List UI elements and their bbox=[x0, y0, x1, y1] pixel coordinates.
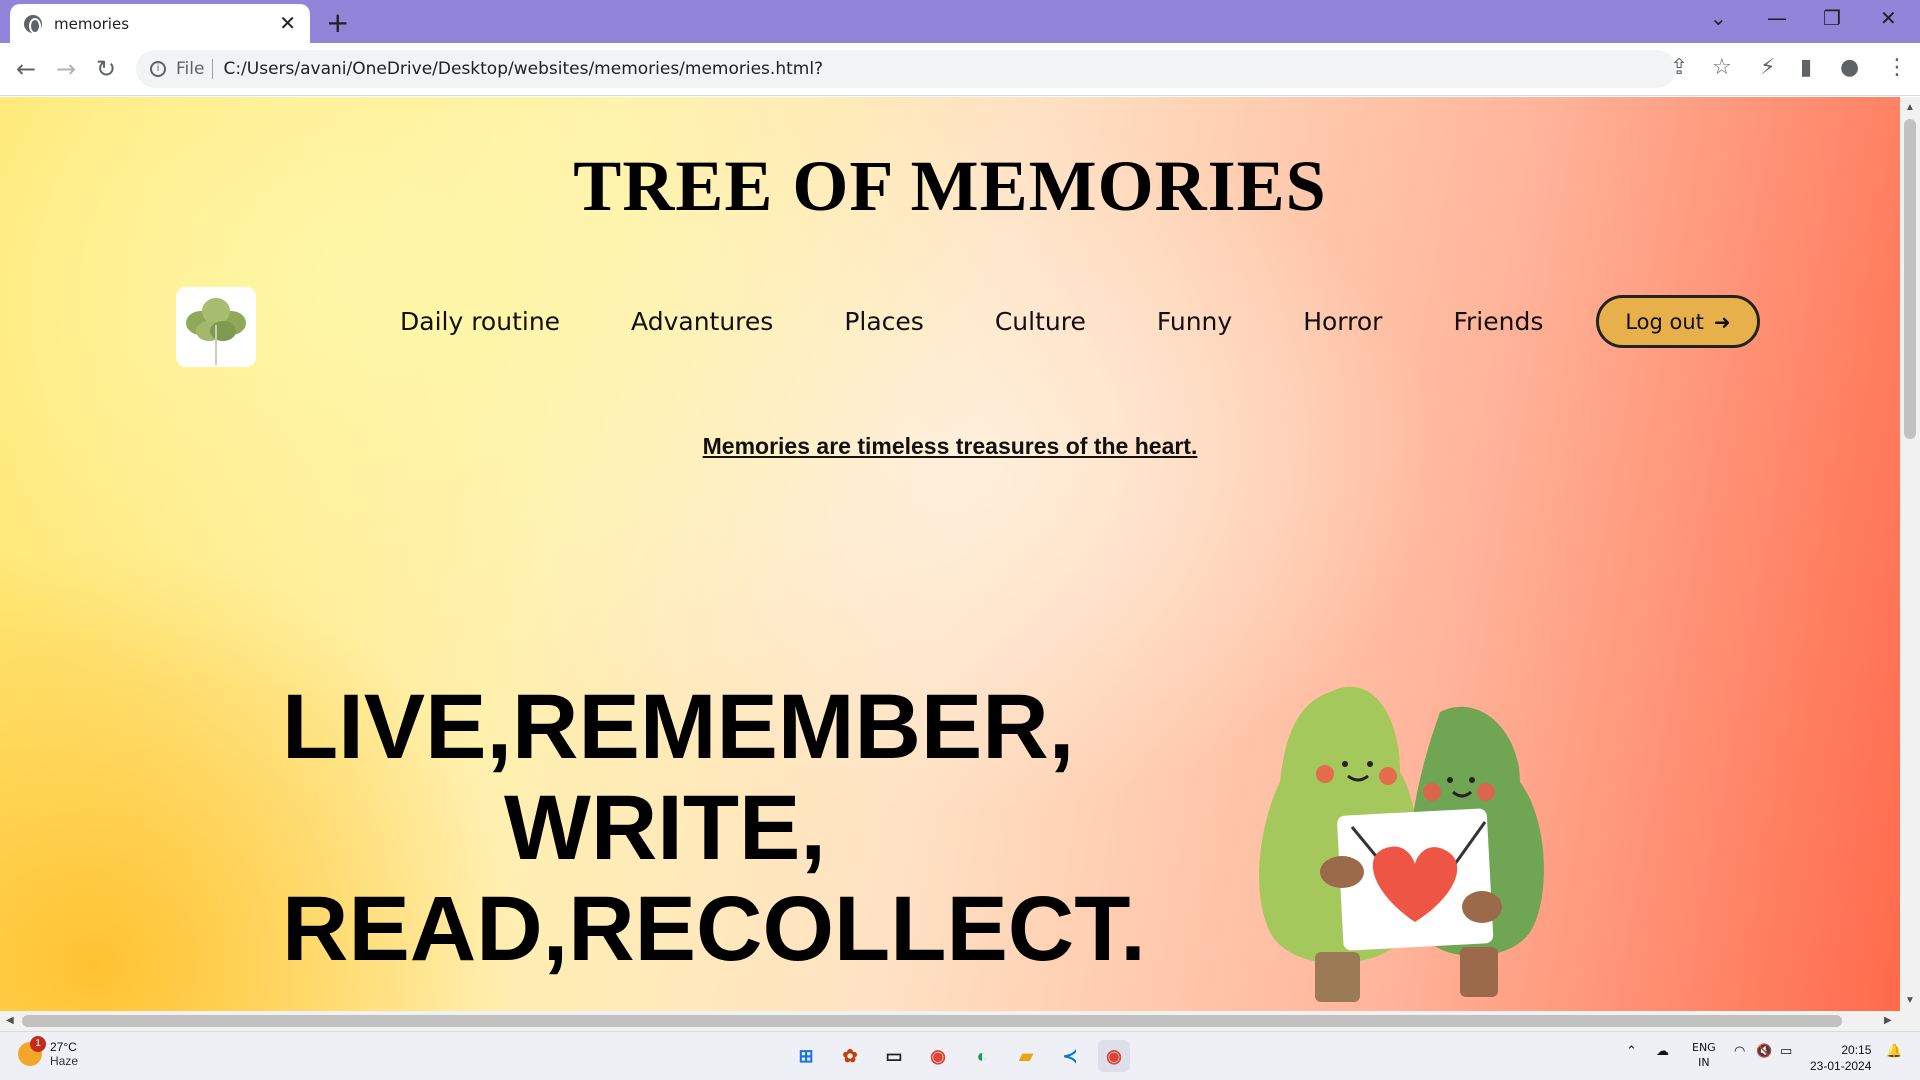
extensions-icon[interactable]: ⚡ bbox=[1760, 55, 1775, 80]
region-code: IN bbox=[1698, 1056, 1710, 1069]
nav-daily-routine[interactable]: Daily routine bbox=[400, 307, 560, 336]
tab-title: memories bbox=[54, 14, 130, 33]
vertical-scrollbar[interactable]: ▲ ▼ bbox=[1900, 97, 1920, 1011]
side-panel-icon[interactable]: ▮ bbox=[1800, 55, 1812, 80]
weather-desc: Haze bbox=[50, 1054, 79, 1068]
weather-temp: 27°C bbox=[50, 1040, 77, 1054]
hero-line-2: WRITE, bbox=[504, 777, 826, 879]
main-nav: Daily routine Advantures Places Culture … bbox=[400, 307, 1543, 336]
volume-muted-icon[interactable]: 🔇 bbox=[1756, 1044, 1772, 1059]
language-indicator[interactable]: ENG IN bbox=[1692, 1040, 1716, 1070]
taskbar-apps: ⊞ ✿ ▭ ◉ ◐ ▰ ≺ ◉ bbox=[790, 1040, 1130, 1072]
scroll-up-icon[interactable]: ▲ bbox=[1905, 102, 1915, 113]
url-scheme: File bbox=[176, 59, 214, 79]
system-clock[interactable]: 20:15 23-01-2024 bbox=[1810, 1042, 1871, 1074]
browser-tab[interactable]: memories ✕ bbox=[10, 4, 310, 43]
browser-tabbar: memories ✕ + ⌄ — ❐ ✕ bbox=[0, 0, 1920, 43]
edge-icon[interactable]: ◐ bbox=[966, 1040, 998, 1072]
notification-badge: 1 bbox=[30, 1036, 46, 1052]
forward-icon[interactable]: → bbox=[56, 55, 76, 83]
scroll-down-icon[interactable]: ▼ bbox=[1905, 995, 1915, 1006]
back-icon[interactable]: ← bbox=[16, 55, 36, 83]
terminal-icon[interactable]: ▭ bbox=[878, 1040, 910, 1072]
reload-icon[interactable]: ↻ bbox=[96, 55, 116, 83]
scroll-left-icon[interactable]: ◀ bbox=[6, 1015, 14, 1026]
window-close-icon[interactable]: ✕ bbox=[1880, 6, 1897, 30]
page-viewport: TREE OF MEMORIES Daily routine Advanture… bbox=[0, 97, 1900, 1011]
clock-date: 23-01-2024 bbox=[1810, 1059, 1872, 1073]
hero-heading: LIVE,REMEMBER, WRITE, READ,RECOLLECT. bbox=[282, 677, 1146, 980]
nav-funny[interactable]: Funny bbox=[1157, 307, 1232, 336]
site-title: TREE OF MEMORIES bbox=[573, 146, 1327, 226]
clover-logo-icon[interactable] bbox=[176, 287, 256, 367]
tray-overflow-icon[interactable]: ⌃ bbox=[1626, 1044, 1637, 1059]
sign-out-icon: ➜ bbox=[1713, 309, 1731, 334]
taskbar: 1 27°C Haze ⊞ ✿ ▭ ◉ ◐ ▰ ≺ ◉ ⌃ ☁ ENG IN ◠… bbox=[0, 1031, 1920, 1080]
copilot-icon[interactable]: ✿ bbox=[834, 1040, 866, 1072]
lang-code: ENG bbox=[1692, 1041, 1716, 1054]
hero-line-1: LIVE,REMEMBER, bbox=[282, 676, 1075, 778]
onedrive-icon[interactable]: ☁ bbox=[1656, 1044, 1669, 1059]
weather-sun-icon: 1 bbox=[18, 1036, 46, 1066]
horizontal-scroll-thumb[interactable] bbox=[22, 1015, 1842, 1027]
nav-culture[interactable]: Culture bbox=[995, 307, 1086, 336]
bookmark-star-icon[interactable]: ☆ bbox=[1712, 55, 1732, 80]
tagline: Memories are timeless treasures of the h… bbox=[702, 433, 1198, 459]
nav-advantures[interactable]: Advantures bbox=[631, 307, 773, 336]
nav-friends[interactable]: Friends bbox=[1453, 307, 1543, 336]
profile-icon[interactable]: ● bbox=[1840, 55, 1859, 80]
chrome-icon[interactable]: ◉ bbox=[922, 1040, 954, 1072]
battery-icon[interactable]: ▭ bbox=[1780, 1044, 1792, 1059]
vertical-scroll-thumb[interactable] bbox=[1904, 119, 1916, 439]
hero-line-3: READ,RECOLLECT. bbox=[282, 878, 1146, 980]
trees-with-heart-illustration bbox=[1250, 672, 1570, 1011]
new-tab-button[interactable]: + bbox=[326, 6, 349, 39]
wifi-icon[interactable]: ◠ bbox=[1734, 1044, 1745, 1059]
scroll-right-icon[interactable]: ▶ bbox=[1884, 1015, 1892, 1026]
vscode-icon[interactable]: ≺ bbox=[1054, 1040, 1086, 1072]
tab-close-icon[interactable]: ✕ bbox=[279, 11, 296, 36]
clock-time: 20:15 bbox=[1841, 1043, 1872, 1057]
chrome-active-icon[interactable]: ◉ bbox=[1098, 1040, 1130, 1072]
file-explorer-icon[interactable]: ▰ bbox=[1010, 1040, 1042, 1072]
weather-widget[interactable]: 1 27°C Haze bbox=[18, 1036, 79, 1068]
tab-search-icon[interactable]: ⌄ bbox=[1710, 6, 1727, 30]
restore-icon[interactable]: ❐ bbox=[1823, 6, 1841, 30]
minimize-icon[interactable]: — bbox=[1767, 6, 1787, 30]
globe-icon bbox=[24, 14, 42, 34]
info-icon[interactable]: i bbox=[150, 61, 166, 77]
horizontal-scrollbar[interactable]: ◀ ▶ bbox=[0, 1011, 1920, 1031]
share-icon[interactable]: ⇪ bbox=[1670, 55, 1688, 80]
nav-horror[interactable]: Horror bbox=[1303, 307, 1382, 336]
url-text[interactable]: C:/Users/avani/OneDrive/Desktop/websites… bbox=[223, 59, 823, 79]
notification-bell-icon[interactable]: 🔔 bbox=[1886, 1044, 1902, 1059]
address-toolbar: ← → ↻ i File C:/Users/avani/OneDrive/Des… bbox=[0, 43, 1920, 96]
menu-icon[interactable]: ⋮ bbox=[1886, 55, 1908, 80]
windows-start-icon[interactable]: ⊞ bbox=[790, 1040, 822, 1072]
nav-places[interactable]: Places bbox=[844, 307, 924, 336]
logout-label: Log out bbox=[1625, 309, 1704, 334]
address-input[interactable]: i File C:/Users/avani/OneDrive/Desktop/w… bbox=[136, 50, 1676, 88]
logout-button[interactable]: Log out ➜ bbox=[1596, 295, 1760, 348]
